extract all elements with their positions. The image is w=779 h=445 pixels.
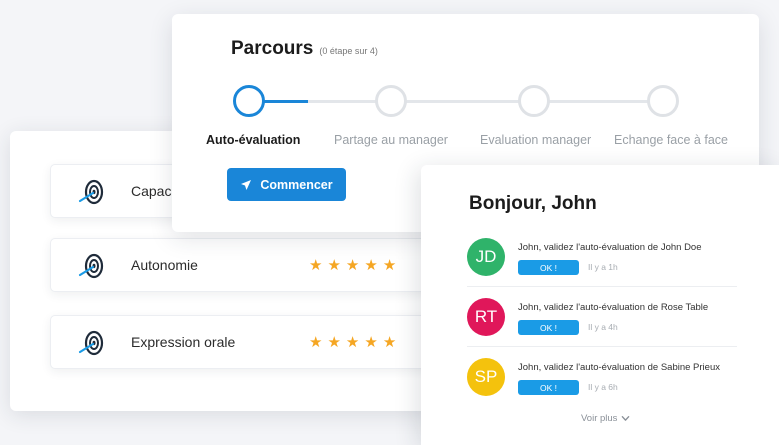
commencer-label: Commencer xyxy=(260,177,333,192)
parcours-title: Parcours xyxy=(231,38,314,59)
skill-label: Expression orale xyxy=(131,334,236,350)
skill-row[interactable]: Autonomie ★ ★ ★ ★ ★ xyxy=(50,238,430,292)
divider xyxy=(467,286,737,287)
step-2-indicator[interactable] xyxy=(375,85,407,117)
ok-button[interactable]: OK ! xyxy=(518,380,579,395)
step-2-label[interactable]: Partage au manager xyxy=(334,133,448,147)
progress-track-active xyxy=(264,100,308,103)
voir-plus-link[interactable]: Voir plus xyxy=(581,413,630,424)
notification-text: John, validez l'auto-évaluation de John … xyxy=(518,242,702,253)
star-icon[interactable]: ★ xyxy=(364,258,377,273)
star-icon[interactable]: ★ xyxy=(383,335,396,350)
ok-button[interactable]: OK ! xyxy=(518,320,579,335)
ok-button[interactable]: OK ! xyxy=(518,260,579,275)
avatar: JD xyxy=(467,238,505,276)
notifications-card: Bonjour, John JD John, validez l'auto-év… xyxy=(421,165,779,445)
star-icon[interactable]: ★ xyxy=(309,335,322,350)
parcours-progress-text: (0 étape sur 4) xyxy=(319,46,378,56)
star-rating[interactable]: ★ ★ ★ ★ ★ xyxy=(309,335,396,350)
notification-time: Il y a 4h xyxy=(588,322,618,332)
notification-item: RT John, validez l'auto-évaluation de Ro… xyxy=(467,298,737,343)
voir-plus-label: Voir plus xyxy=(581,413,618,424)
star-icon[interactable]: ★ xyxy=(327,335,340,350)
step-3-label[interactable]: Evaluation manager xyxy=(480,133,591,147)
avatar: RT xyxy=(467,298,505,336)
target-icon xyxy=(78,253,104,279)
skill-label: Capac xyxy=(131,183,172,199)
greeting-title: Bonjour, John xyxy=(469,193,597,214)
star-icon[interactable]: ★ xyxy=(346,258,359,273)
commencer-button[interactable]: Commencer xyxy=(227,168,346,201)
step-4-indicator[interactable] xyxy=(647,85,679,117)
chevron-down-icon xyxy=(622,416,630,421)
notification-text: John, validez l'auto-évaluation de Sabin… xyxy=(518,362,720,373)
step-4-label[interactable]: Echange face à face xyxy=(614,133,728,147)
star-icon[interactable]: ★ xyxy=(327,258,340,273)
notification-item: JD John, validez l'auto-évaluation de Jo… xyxy=(467,238,737,283)
star-icon[interactable]: ★ xyxy=(309,258,322,273)
step-1-label[interactable]: Auto-évaluation xyxy=(206,133,300,147)
avatar: SP xyxy=(467,358,505,396)
divider xyxy=(467,346,737,347)
step-1-indicator[interactable] xyxy=(233,85,265,117)
star-icon[interactable]: ★ xyxy=(364,335,377,350)
notification-text: John, validez l'auto-évaluation de Rose … xyxy=(518,302,709,313)
notification-time: Il y a 6h xyxy=(588,382,618,392)
star-icon[interactable]: ★ xyxy=(383,258,396,273)
step-3-indicator[interactable] xyxy=(518,85,550,117)
skill-label: Autonomie xyxy=(131,257,198,273)
progress-track xyxy=(308,100,664,103)
parcours-header: Parcours (0 étape sur 4) xyxy=(231,38,378,60)
send-icon xyxy=(241,179,252,190)
notification-time: Il y a 1h xyxy=(588,262,618,272)
star-icon[interactable]: ★ xyxy=(346,335,359,350)
target-icon xyxy=(78,330,104,356)
star-rating[interactable]: ★ ★ ★ ★ ★ xyxy=(309,258,396,273)
notification-item: SP John, validez l'auto-évaluation de Sa… xyxy=(467,358,737,403)
target-icon xyxy=(78,179,104,205)
skill-row[interactable]: Expression orale ★ ★ ★ ★ ★ xyxy=(50,315,430,369)
